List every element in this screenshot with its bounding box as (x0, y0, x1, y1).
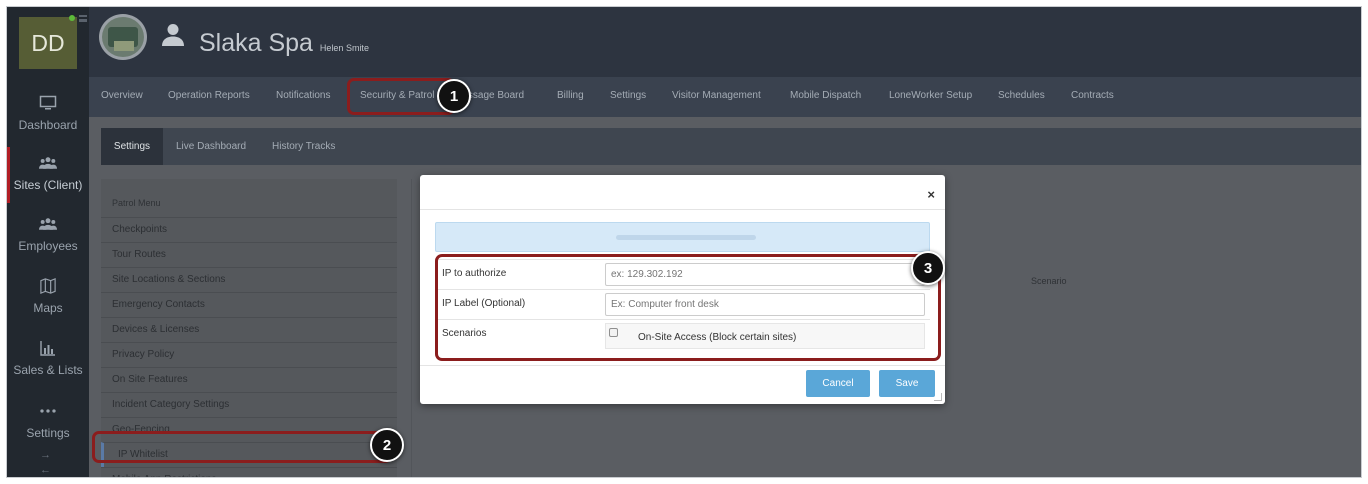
patrol-item-tour-routes[interactable]: Tour Routes (101, 242, 397, 267)
patrol-item-mobile-app-restrictions[interactable]: Mobile App Restrictions (101, 467, 397, 477)
rail-item-maps[interactable]: Maps (7, 278, 89, 315)
modal-footer-divider (420, 365, 945, 366)
company-title: Slaka Spa Helen Smite (199, 29, 369, 58)
tab-visitor-management[interactable]: Visitor Management (672, 90, 761, 101)
tab-loneworker-setup[interactable]: LoneWorker Setup (889, 90, 972, 101)
patrol-item-incident-categories[interactable]: Incident Category Settings (101, 392, 397, 417)
rail-item-label: Sales & Lists (13, 363, 83, 377)
callout-badge-3: 3 (911, 251, 945, 285)
scenario-column-header: Scenario (1031, 276, 1067, 286)
info-banner (435, 222, 930, 252)
company-name: Slaka Spa (199, 29, 313, 57)
cancel-button[interactable]: Cancel (806, 370, 870, 397)
tab-schedules[interactable]: Schedules (998, 90, 1045, 101)
bar-chart-icon (40, 341, 55, 356)
tab-mobile-dispatch[interactable]: Mobile Dispatch (790, 90, 861, 101)
close-icon[interactable]: × (927, 187, 935, 202)
expand-arrow-icon[interactable]: → (40, 449, 51, 461)
patrol-menu-title: Patrol Menu (112, 198, 161, 208)
patrol-item-site-locations[interactable]: Site Locations & Sections (101, 267, 397, 292)
patrol-item-privacy-policy[interactable]: Privacy Policy (101, 342, 397, 367)
brand-logo[interactable]: DD (19, 17, 77, 69)
rail-item-label: Maps (33, 301, 63, 315)
tab-settings[interactable]: Settings (610, 90, 646, 101)
subtab-history-tracks[interactable]: History Tracks (272, 141, 335, 152)
monitor-icon (39, 95, 57, 110)
tab-contracts[interactable]: Contracts (1071, 90, 1114, 101)
rail-item-label: Sites (Client) (13, 178, 83, 192)
users-group-icon (39, 218, 57, 230)
map-icon (40, 278, 56, 294)
menu-icon[interactable] (79, 15, 87, 22)
patrol-item-checkpoints[interactable]: Checkpoints (101, 217, 397, 242)
rail-item-label: Employees (18, 239, 78, 253)
rail-item-label: Settings (26, 426, 70, 440)
save-button[interactable]: Save (879, 370, 935, 397)
left-rail: DD Dashboard Sites (Client) Employees Ma… (7, 7, 89, 477)
tab-overview[interactable]: Overview (101, 90, 143, 101)
company-avatar[interactable] (99, 14, 147, 60)
collapse-arrow-icon[interactable]: ← (40, 464, 51, 476)
tab-notifications[interactable]: Notifications (276, 90, 330, 101)
dots-icon (40, 409, 56, 413)
resize-handle[interactable] (934, 393, 942, 401)
patrol-item-emergency-contacts[interactable]: Emergency Contacts (101, 292, 397, 317)
modal-divider (420, 209, 945, 210)
rail-item-label: Dashboard (18, 118, 78, 132)
callout-badge-2: 2 (370, 428, 404, 462)
tab-billing[interactable]: Billing (557, 90, 584, 101)
rail-item-sales-lists[interactable]: Sales & Lists (7, 340, 89, 377)
sub-tabs: Settings Live Dashboard History Tracks (101, 128, 1361, 165)
current-user-name: Helen Smite (319, 43, 369, 53)
patrol-item-devices-licenses[interactable]: Devices & Licenses (101, 317, 397, 342)
users-group-icon (39, 157, 57, 169)
callout-badge-1: 1 (437, 79, 471, 113)
rail-item-sites[interactable]: Sites (Client) (7, 155, 89, 192)
user-icon[interactable] (160, 23, 186, 47)
main-tabs: Overview Operation Reports Notifications… (89, 77, 1361, 117)
online-status-dot (69, 15, 75, 21)
rail-item-employees[interactable]: Employees (7, 216, 89, 253)
patrol-item-on-site-features[interactable]: On Site Features (101, 367, 397, 392)
tab-operation-reports[interactable]: Operation Reports (168, 90, 250, 101)
rail-item-dashboard[interactable]: Dashboard (7, 95, 89, 132)
callout-highlight-ip-whitelist (92, 431, 392, 463)
callout-highlight-form (435, 254, 941, 361)
header: Slaka Spa Helen Smite (89, 7, 1361, 77)
rail-item-settings[interactable]: Settings (7, 403, 89, 440)
subtab-settings[interactable]: Settings (101, 128, 163, 165)
subtab-live-dashboard[interactable]: Live Dashboard (176, 141, 246, 152)
app-window: DD Dashboard Sites (Client) Employees Ma… (6, 6, 1362, 478)
